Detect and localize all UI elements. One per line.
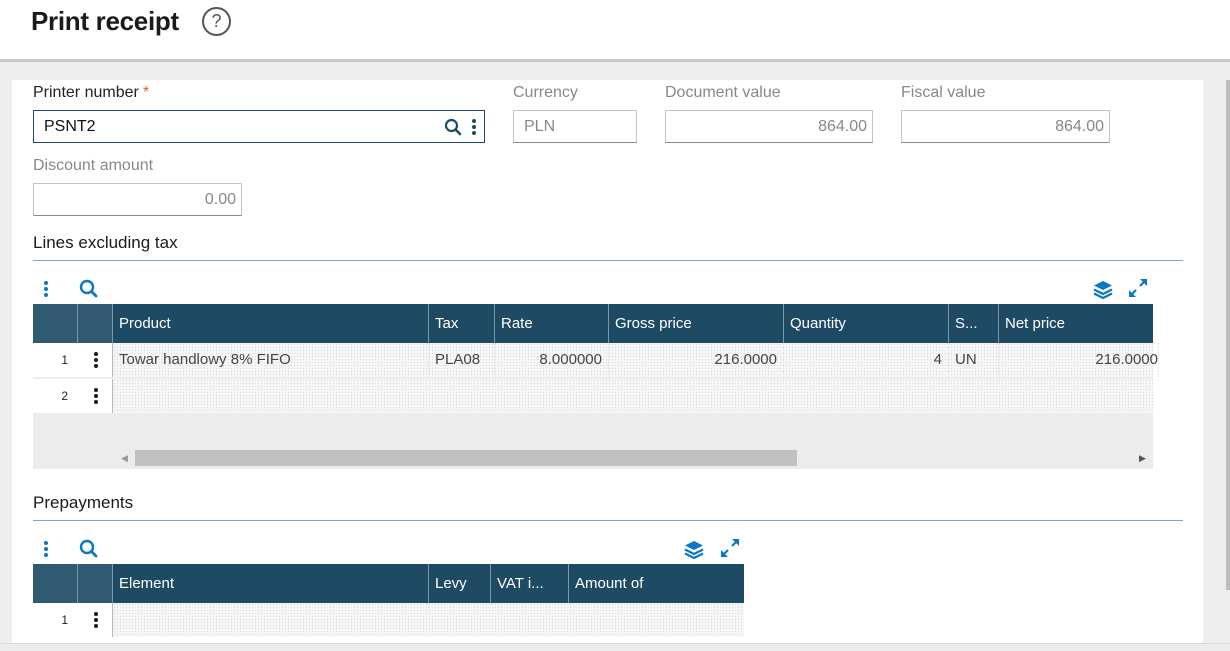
scroll-thumb[interactable] xyxy=(135,450,797,466)
required-marker: * xyxy=(142,84,150,101)
search-icon[interactable] xyxy=(444,118,462,136)
lines-menu-icon[interactable] xyxy=(44,281,48,299)
page-header: Print receipt ? xyxy=(0,0,1230,62)
discount-amount-label: Discount amount xyxy=(33,157,154,174)
row-menu-icon[interactable] xyxy=(94,352,98,370)
printer-number-field[interactable]: PSNT2 xyxy=(33,110,485,143)
lines-grid: Product Tax Rate Gross price Quantity S.… xyxy=(33,304,1159,469)
prepayments-menu-icon[interactable] xyxy=(44,541,48,559)
column-header[interactable]: S... xyxy=(949,304,999,343)
question-circle-icon[interactable]: ? xyxy=(202,7,231,36)
horizontal-scrollbar[interactable]: ◀ ▶ xyxy=(113,448,1153,468)
scroll-right-icon[interactable]: ▶ xyxy=(1139,453,1146,464)
cell-gross-price[interactable]: 216.0000 xyxy=(609,343,784,377)
section-divider xyxy=(33,520,1183,521)
page-title: Print receipt xyxy=(31,6,179,36)
column-header[interactable]: Element xyxy=(113,564,429,603)
section-divider xyxy=(33,260,1183,261)
lines-grid-header: Product Tax Rate Gross price Quantity S.… xyxy=(113,304,1153,343)
cell-quantity[interactable]: 4 xyxy=(784,343,949,377)
column-header[interactable]: Quantity xyxy=(784,304,949,343)
currency-label: Currency xyxy=(513,84,578,101)
cell-tax[interactable]: PLA08 xyxy=(429,343,495,377)
cell-product[interactable]: Towar handlowy 8% FIFO xyxy=(113,343,429,377)
fiscal-value-label: Fiscal value xyxy=(901,84,986,101)
column-header[interactable]: Gross price xyxy=(609,304,784,343)
expand-icon[interactable] xyxy=(1128,278,1148,298)
table-row[interactable]: 1 Towar handlowy 8% FIFO PLA08 8.000000 … xyxy=(33,343,1159,377)
lines-section-title: Lines excluding tax xyxy=(33,233,178,252)
row-menu-icon[interactable] xyxy=(94,388,98,406)
layers-icon[interactable] xyxy=(684,540,704,559)
expand-icon[interactable] xyxy=(720,538,740,558)
row-number: 2 xyxy=(33,379,78,413)
column-header[interactable]: Tax xyxy=(429,304,495,343)
row-number: 1 xyxy=(33,603,78,637)
column-header[interactable]: Rate xyxy=(495,304,609,343)
column-header[interactable]: Amount of xyxy=(569,564,744,603)
row-number: 1 xyxy=(33,343,78,377)
discount-amount-field: 0.00 xyxy=(33,183,242,216)
row-menu-icon[interactable] xyxy=(94,612,98,630)
layers-icon[interactable] xyxy=(1093,280,1113,299)
column-header[interactable]: Product xyxy=(113,304,429,343)
scroll-left-icon[interactable]: ◀ xyxy=(121,453,128,464)
column-header[interactable]: VAT i... xyxy=(491,564,569,603)
empty-row-cells[interactable] xyxy=(113,603,744,637)
column-header[interactable]: Net price xyxy=(999,304,1153,343)
printer-number-label: Printer number * xyxy=(33,84,150,101)
prepayments-grid: Element Levy VAT i... Amount of 1 xyxy=(33,564,744,640)
document-value-field: 864.00 xyxy=(665,110,873,143)
fiscal-value-field: 864.00 xyxy=(901,110,1110,143)
printer-number-value: PSNT2 xyxy=(44,118,96,135)
currency-field: PLN xyxy=(513,110,637,143)
cell-unit[interactable]: UN xyxy=(949,343,999,377)
table-row[interactable]: 2 xyxy=(33,379,1153,413)
footer-strip xyxy=(0,643,1230,651)
field-menu-icon[interactable] xyxy=(472,118,476,137)
cell-rate[interactable]: 8.000000 xyxy=(495,343,609,377)
page-scrollbar[interactable] xyxy=(1226,80,1230,590)
lines-search-icon[interactable] xyxy=(79,279,98,298)
column-header[interactable]: Levy xyxy=(429,564,491,603)
prepayments-section-title: Prepayments xyxy=(33,493,134,512)
cell-net-price[interactable]: 216.0000 xyxy=(999,343,1159,377)
table-row[interactable]: 1 xyxy=(33,603,744,637)
empty-row-cells[interactable] xyxy=(113,379,1153,413)
prepayments-grid-header: Element Levy VAT i... Amount of xyxy=(113,564,744,603)
document-value-label: Document value xyxy=(665,84,781,101)
prepayments-search-icon[interactable] xyxy=(79,539,98,558)
